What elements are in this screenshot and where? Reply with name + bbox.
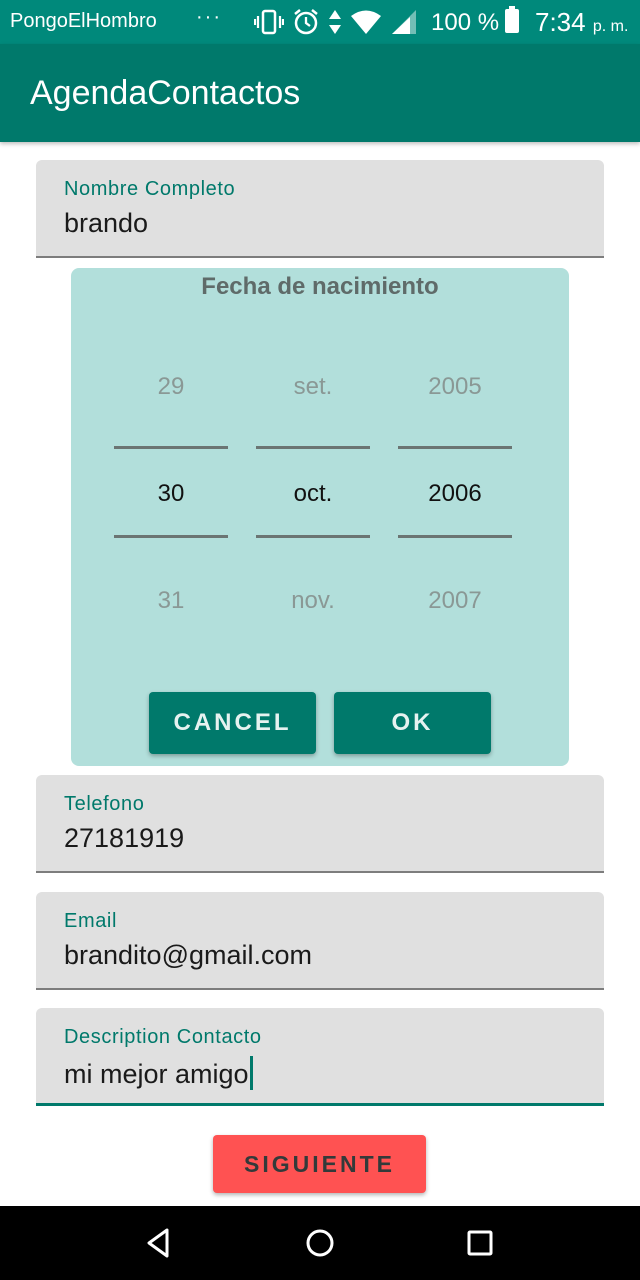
telefono-field[interactable]: Telefono 27181919 xyxy=(36,775,604,873)
battery-icon xyxy=(505,6,519,33)
app-title: AgendaContactos xyxy=(30,74,301,112)
email-label: Email xyxy=(64,910,118,932)
month-next[interactable]: nov. xyxy=(256,587,370,615)
descripcion-value[interactable]: mi mejor amigo xyxy=(64,1059,249,1089)
clock-ampm: p. m. xyxy=(592,18,629,35)
year-current[interactable]: 2006 xyxy=(398,480,512,508)
descripcion-label: Description Contacto xyxy=(64,1026,262,1048)
status-icons xyxy=(254,7,418,37)
data-arrows-icon xyxy=(329,10,341,34)
month-current[interactable]: oct. xyxy=(256,480,370,508)
alarm-icon xyxy=(294,9,318,35)
back-icon[interactable] xyxy=(143,1226,177,1260)
vibrate-icon xyxy=(254,9,284,35)
day-next[interactable]: 31 xyxy=(114,587,228,615)
day-spinner[interactable]: 29 30 31 xyxy=(114,358,228,618)
telefono-value[interactable]: 27181919 xyxy=(64,823,184,854)
descripcion-field[interactable]: Description Contacto mi mejor amigo xyxy=(36,1008,604,1106)
telefono-label: Telefono xyxy=(64,793,145,815)
clock: 7:34 p. m. xyxy=(535,7,628,38)
navigation-bar xyxy=(0,1206,640,1280)
telefono-underline xyxy=(36,871,604,873)
day-prev[interactable]: 29 xyxy=(114,373,228,401)
date-picker-dialog: Fecha de nacimiento 29 30 31 set. oct. n… xyxy=(71,268,569,766)
date-picker-title: Fecha de nacimiento xyxy=(201,273,439,300)
month-prev[interactable]: set. xyxy=(256,373,370,401)
year-prev[interactable]: 2005 xyxy=(398,373,512,401)
month-divider-bottom xyxy=(256,535,370,538)
nombre-value[interactable]: brando xyxy=(64,208,148,239)
year-spinner[interactable]: 2005 2006 2007 xyxy=(398,358,512,618)
overflow-notifications-icon: ··· xyxy=(196,6,222,28)
text-cursor xyxy=(249,1056,253,1090)
ok-button[interactable]: OK xyxy=(334,692,491,754)
carrier-name: PongoElHombro xyxy=(10,10,157,32)
cancel-button[interactable]: CANCEL xyxy=(149,692,316,754)
year-divider-bottom xyxy=(398,535,512,538)
cell-signal-icon xyxy=(392,10,416,34)
nombre-label: Nombre Completo xyxy=(64,178,236,200)
month-spinner[interactable]: set. oct. nov. xyxy=(256,358,370,618)
clock-time: 7:34 xyxy=(535,7,586,37)
day-divider-bottom xyxy=(114,535,228,538)
descripcion-underline xyxy=(36,1103,604,1106)
year-next[interactable]: 2007 xyxy=(398,587,512,615)
email-underline xyxy=(36,988,604,990)
day-current[interactable]: 30 xyxy=(114,480,228,508)
day-divider-top xyxy=(114,446,228,449)
wifi-icon xyxy=(351,10,381,34)
recents-icon[interactable] xyxy=(463,1226,497,1260)
status-bar: PongoElHombro ··· 100 % 7:34 p. m. xyxy=(0,0,640,44)
month-divider-top xyxy=(256,446,370,449)
email-value[interactable]: brandito@gmail.com xyxy=(64,940,312,971)
nombre-underline xyxy=(36,256,604,258)
home-icon[interactable] xyxy=(303,1226,337,1260)
nombre-field[interactable]: Nombre Completo brando xyxy=(36,160,604,258)
year-divider-top xyxy=(398,446,512,449)
battery-percent: 100 % xyxy=(431,9,500,36)
email-field[interactable]: Email brandito@gmail.com xyxy=(36,892,604,990)
siguiente-button[interactable]: SIGUIENTE xyxy=(213,1135,426,1193)
app-bar: AgendaContactos xyxy=(0,44,640,142)
descripcion-value-wrap[interactable]: mi mejor amigo xyxy=(64,1056,253,1090)
